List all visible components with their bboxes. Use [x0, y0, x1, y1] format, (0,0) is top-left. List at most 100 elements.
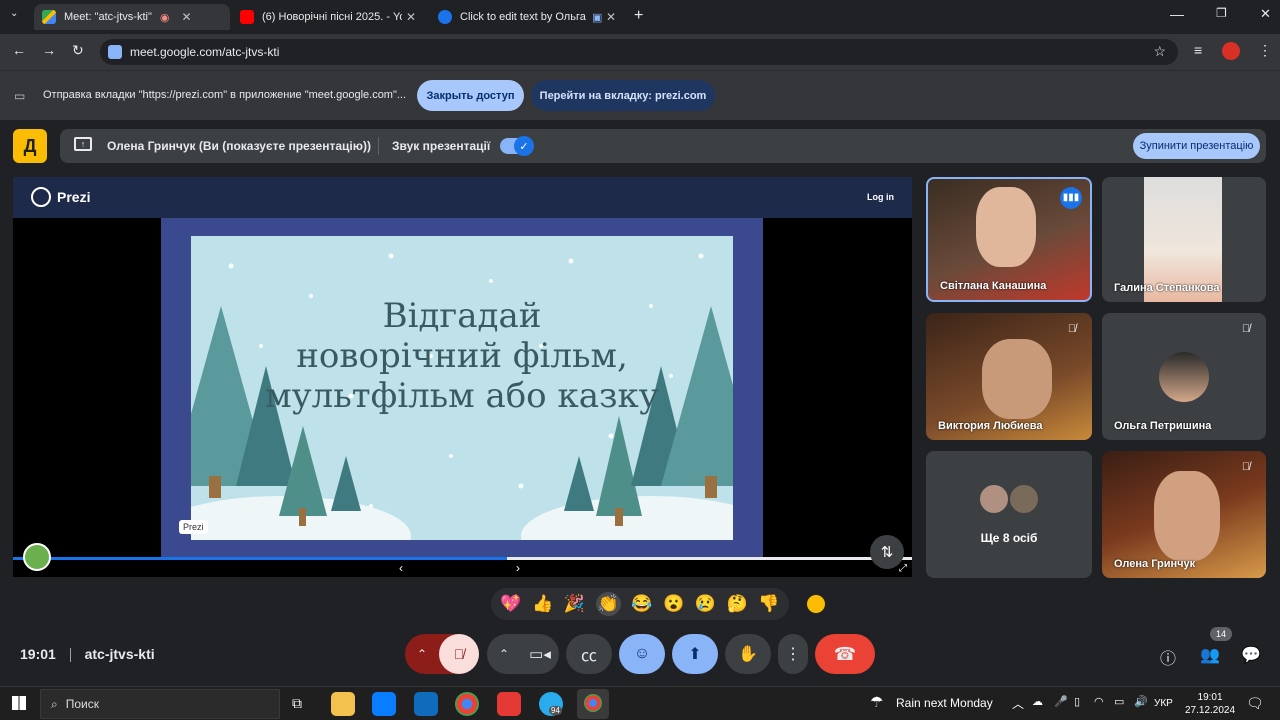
- wps-icon[interactable]: [497, 692, 521, 716]
- prezi-assistant-icon[interactable]: [23, 543, 51, 571]
- weather-text[interactable]: Rain next Monday: [896, 696, 993, 710]
- tray-chevron-icon[interactable]: ︿: [1012, 695, 1024, 712]
- skin-tone-button[interactable]: [807, 595, 825, 613]
- language-indicator[interactable]: УКР: [1154, 698, 1173, 709]
- taskbar-search[interactable]: ⌕ Поиск: [40, 689, 280, 719]
- file-explorer-icon[interactable]: [331, 692, 355, 716]
- slide-title-line: Відгадай: [382, 296, 542, 336]
- tab-prezi[interactable]: Click to edit text by Ольга Г ▣ ✕: [430, 4, 624, 30]
- participant-tile[interactable]: ▮▮▮ Світлана Канашина: [926, 177, 1092, 302]
- prezi-logo-icon: [31, 187, 51, 207]
- telegram-icon[interactable]: 94: [539, 692, 563, 716]
- new-tab-icon[interactable]: +: [634, 7, 643, 25]
- close-icon[interactable]: ✕: [406, 10, 416, 24]
- volume-icon[interactable]: 🔊: [1134, 695, 1148, 708]
- outlook-icon[interactable]: [414, 692, 438, 716]
- stop-presenting-button[interactable]: Зупинити презентацію: [1133, 133, 1260, 159]
- close-icon[interactable]: ✕: [606, 10, 616, 24]
- more-options-button[interactable]: ⋮: [778, 634, 808, 674]
- participant-tile[interactable]: 🎙̸ Олена Гринчук: [1102, 451, 1266, 578]
- avatar[interactable]: [1222, 42, 1240, 60]
- hand-icon: ✋: [738, 646, 758, 663]
- notifications-icon[interactable]: 🗨: [1246, 695, 1264, 712]
- presentation-progress[interactable]: [13, 557, 912, 560]
- store-icon[interactable]: [372, 692, 396, 716]
- tab-search-icon[interactable]: ⌄: [10, 8, 18, 19]
- chrome-active-icon[interactable]: [577, 689, 609, 719]
- end-call-button[interactable]: ☎: [815, 634, 875, 674]
- participant-name: Ольга Петришина: [1114, 420, 1212, 432]
- presentation-sound-toggle[interactable]: ✓: [500, 136, 534, 156]
- clap-reaction-button[interactable]: 👏: [595, 592, 621, 616]
- mic-options-chevron-icon[interactable]: ⌃: [405, 647, 439, 661]
- avatar: [1008, 483, 1040, 515]
- mic-icon[interactable]: 🎤: [1054, 695, 1068, 708]
- camera-options-chevron-icon[interactable]: ⌃: [487, 647, 521, 661]
- mic-off-icon: 🎙̸: [1241, 461, 1251, 473]
- fullscreen-icon[interactable]: ⤢: [899, 563, 907, 574]
- stop-sharing-button[interactable]: Закрыть доступ: [417, 80, 524, 111]
- youtube-icon: [240, 10, 254, 24]
- participant-tile[interactable]: 🎙̸ Виктория Любиева: [926, 313, 1092, 440]
- menu-kebab-icon[interactable]: ⋮: [1258, 42, 1272, 59]
- thumbs-up-reaction-button[interactable]: 👍: [532, 594, 553, 614]
- hang-up-icon: ☎: [833, 643, 857, 664]
- prev-slide-icon[interactable]: ‹: [399, 561, 403, 575]
- onedrive-icon[interactable]: ☁: [1032, 695, 1043, 708]
- camera-button[interactable]: ▭◂: [521, 645, 559, 663]
- back-icon[interactable]: ←: [12, 42, 26, 58]
- reload-icon[interactable]: ↻: [72, 42, 84, 59]
- mic-control: ⌃ 🎙̸: [405, 634, 479, 674]
- media-icon[interactable]: ≡: [1194, 42, 1202, 58]
- captions-button[interactable]: ㏄: [566, 634, 612, 674]
- window-close-icon[interactable]: ✕: [1260, 6, 1271, 22]
- battery-icon[interactable]: ▭: [1114, 695, 1124, 708]
- url-field[interactable]: meet.google.com/atc-jtvs-kti ☆: [100, 39, 1178, 65]
- mic-off-button[interactable]: 🎙̸: [439, 634, 479, 674]
- prezi-icon: [438, 10, 452, 24]
- emoji-button[interactable]: ☺: [619, 634, 665, 674]
- next-slide-icon[interactable]: ›: [516, 561, 520, 575]
- forward-icon[interactable]: →: [42, 42, 56, 58]
- sad-reaction-button[interactable]: 😢: [695, 594, 716, 614]
- present-button[interactable]: ⬆: [672, 634, 718, 674]
- camera-icon[interactable]: [108, 45, 122, 59]
- thinking-reaction-button[interactable]: 🤔: [727, 594, 748, 614]
- chat-icon[interactable]: 💬: [1241, 645, 1261, 665]
- taskbar-clock[interactable]: 19:01 27.12.2024: [1185, 691, 1235, 717]
- meeting-details-icon[interactable]: ⓘ: [1160, 645, 1176, 669]
- tab-title: Click to edit text by Ольга Г: [460, 11, 588, 23]
- recording-icon: ◉: [159, 11, 170, 24]
- present-icon: ↑: [74, 137, 92, 151]
- minimize-icon[interactable]: —: [1170, 6, 1184, 22]
- chrome-icon[interactable]: [455, 692, 479, 716]
- windows-start-icon[interactable]: [12, 696, 26, 710]
- party-reaction-button[interactable]: 🎉: [564, 594, 585, 614]
- tab-meet[interactable]: Meet: "atc-jtvs-kti" ◉ ✕: [34, 4, 230, 30]
- wifi-icon[interactable]: ◠: [1094, 695, 1104, 708]
- participant-tile[interactable]: 🎙̸ Ольга Петришина: [1102, 313, 1266, 440]
- login-link[interactable]: Log in: [867, 192, 894, 202]
- heart-reaction-button[interactable]: 💖: [500, 594, 521, 614]
- maximize-icon[interactable]: ❐: [1216, 6, 1227, 20]
- task-view-icon[interactable]: ⧉: [292, 695, 302, 712]
- tab-youtube[interactable]: (6) Новорічні пісні 2025. - You ✕: [232, 4, 424, 30]
- close-icon[interactable]: ✕: [182, 10, 192, 24]
- prezi-watermark: Prezi: [179, 520, 208, 534]
- surprised-reaction-button[interactable]: 😮: [663, 594, 684, 614]
- bookmark-star-icon[interactable]: ☆: [1153, 43, 1166, 60]
- tab-title: Meet: "atc-jtvs-kti": [64, 11, 152, 23]
- cast-icon: ▣: [592, 11, 603, 24]
- touchpad-icon[interactable]: ▯: [1074, 695, 1080, 708]
- participant-tile[interactable]: Галина Степанкова: [1102, 177, 1266, 302]
- meet-icon: [42, 10, 56, 24]
- laugh-reaction-button[interactable]: 😂: [631, 594, 652, 614]
- mic-off-icon: 🎙̸: [1067, 323, 1077, 335]
- raise-hand-button[interactable]: ✋: [725, 634, 771, 674]
- thumbs-down-reaction-button[interactable]: 👎: [758, 594, 779, 614]
- goto-tab-button[interactable]: Перейти на вкладку: prezi.com: [531, 80, 715, 111]
- share-message: Отправка вкладки "https://prezi.com" в п…: [43, 89, 407, 101]
- participant-tile[interactable]: Ще 8 осіб: [926, 451, 1092, 578]
- meeting-time: 19:01: [20, 646, 56, 662]
- people-icon[interactable]: 👥: [1200, 645, 1220, 665]
